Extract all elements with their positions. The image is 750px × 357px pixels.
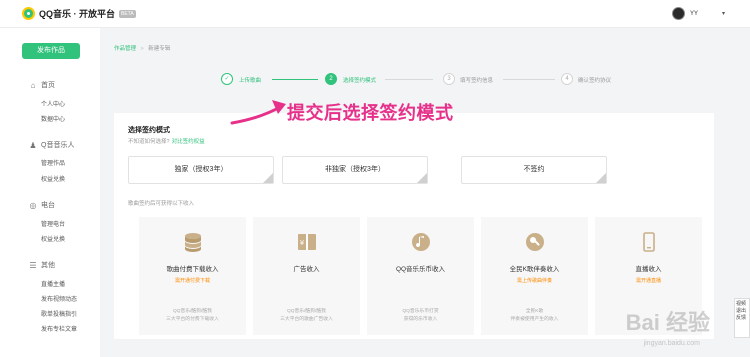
annotation-text: 提交后选择签约模式 — [287, 103, 454, 123]
side-widget[interactable]: 视频 退出 反馈 — [734, 298, 750, 338]
watermark-url: jingyan.baidu.com — [643, 340, 700, 347]
annotation-arrow-icon — [230, 100, 286, 125]
watermark: Bai 经验 — [625, 310, 710, 335]
